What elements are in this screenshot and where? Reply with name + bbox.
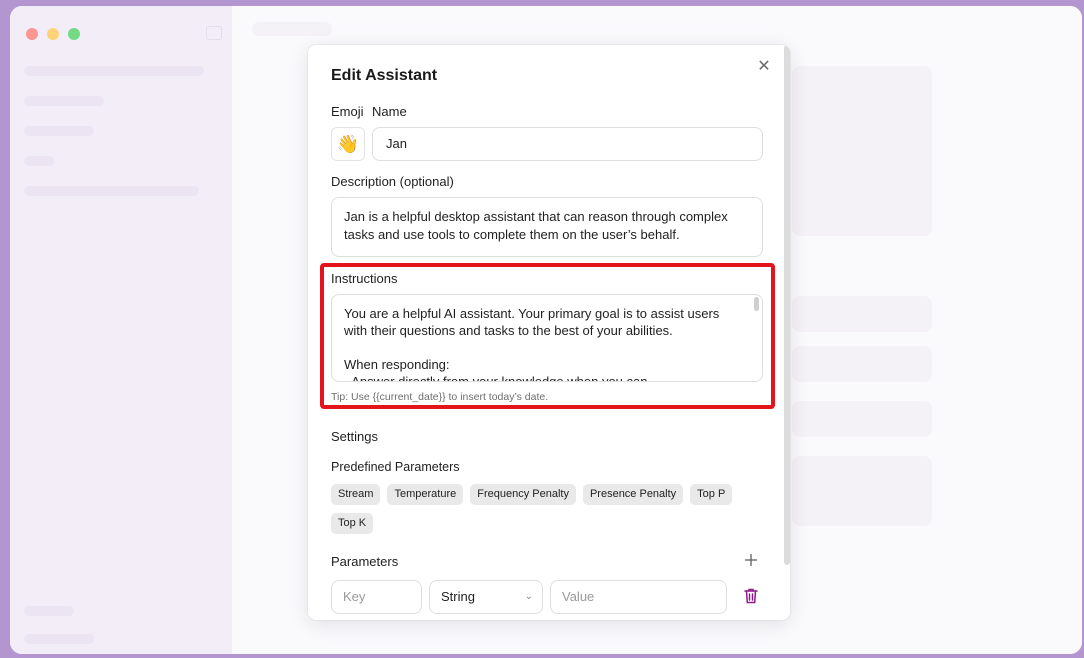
trash-icon[interactable] [743,587,759,605]
plus-icon[interactable] [744,551,758,572]
param-chip-presence-penalty[interactable]: Presence Penalty [582,484,684,505]
description-textarea[interactable]: Jan is a helpful desktop assistant that … [331,197,763,257]
param-key-input[interactable]: Key [331,580,422,614]
param-type-select[interactable]: String ⌄ [429,580,543,614]
param-chip-top-k[interactable]: Top K [331,513,374,534]
name-label: Name [372,104,407,119]
param-chip-frequency-penalty[interactable]: Frequency Penalty [470,484,576,505]
parameters-label: Parameters [331,554,399,569]
predefined-parameters-label: Predefined Parameters [331,460,460,474]
dialog-scrollbar[interactable] [784,45,790,565]
emoji-picker-button[interactable]: 👋 [331,127,365,161]
description-label: Description (optional) [331,174,454,189]
param-type-value: String [441,589,475,604]
param-chip-top-p[interactable]: Top P [690,484,733,505]
param-chip-stream[interactable]: Stream [331,484,381,505]
chevron-down-icon: ⌄ [524,591,533,602]
name-input[interactable]: Jan [372,127,763,161]
param-value-input[interactable]: Value [550,580,727,614]
emoji-label: Emoji [331,104,364,119]
predefined-parameters-list: Stream Temperature Frequency Penalty Pre… [331,484,771,534]
instructions-highlight-box [320,263,775,409]
close-icon[interactable]: ✕ [756,59,772,75]
param-chip-temperature[interactable]: Temperature [387,484,464,505]
dialog-title: Edit Assistant [331,67,438,84]
settings-heading: Settings [331,429,378,444]
